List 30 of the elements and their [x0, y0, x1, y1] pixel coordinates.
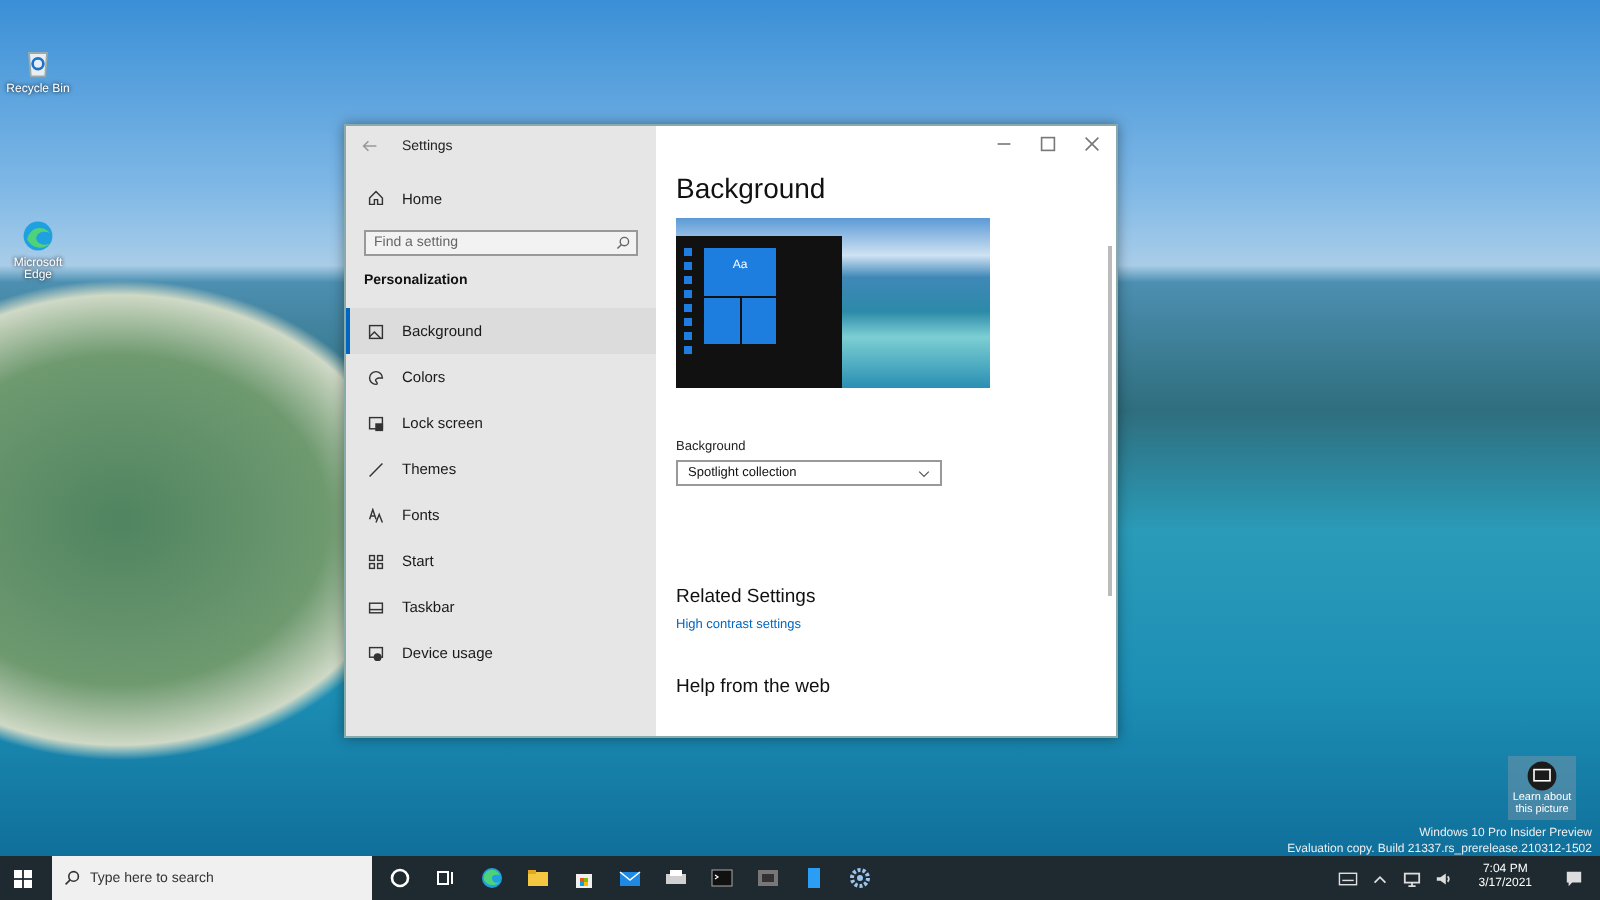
gear-icon[interactable]	[848, 866, 872, 890]
search-icon	[616, 236, 630, 250]
notification-icon[interactable]	[1564, 869, 1584, 887]
mail-icon[interactable]	[618, 866, 642, 890]
chevron-down-icon	[918, 467, 930, 479]
picture-info-icon	[1526, 760, 1558, 792]
windows-start-icon[interactable]	[14, 869, 32, 887]
fonts-icon	[368, 507, 384, 523]
terminal-icon[interactable]	[710, 866, 734, 890]
home-icon	[368, 190, 384, 206]
section-heading: Help from the web	[676, 676, 831, 698]
section-heading: Related Settings	[676, 586, 816, 608]
keyboard-icon[interactable]	[1338, 869, 1359, 887]
taskview-icon[interactable]	[434, 866, 458, 890]
edge-icon[interactable]	[480, 866, 504, 890]
start-icon	[368, 553, 384, 569]
volume-icon[interactable]	[1434, 869, 1455, 887]
network-icon[interactable]	[1402, 869, 1423, 887]
device-icon	[368, 645, 384, 661]
search-icon	[64, 870, 80, 886]
scrollbar[interactable]	[1108, 246, 1112, 596]
palette-icon	[368, 369, 384, 385]
lock-icon	[368, 415, 384, 431]
page-heading: Background	[676, 172, 826, 204]
cortana-icon[interactable]	[388, 866, 412, 890]
brush-icon	[368, 461, 384, 477]
folder-icon[interactable]	[526, 866, 550, 890]
picture-icon	[368, 323, 384, 339]
taskbar-icon	[368, 599, 384, 615]
printer-icon[interactable]	[664, 866, 688, 890]
